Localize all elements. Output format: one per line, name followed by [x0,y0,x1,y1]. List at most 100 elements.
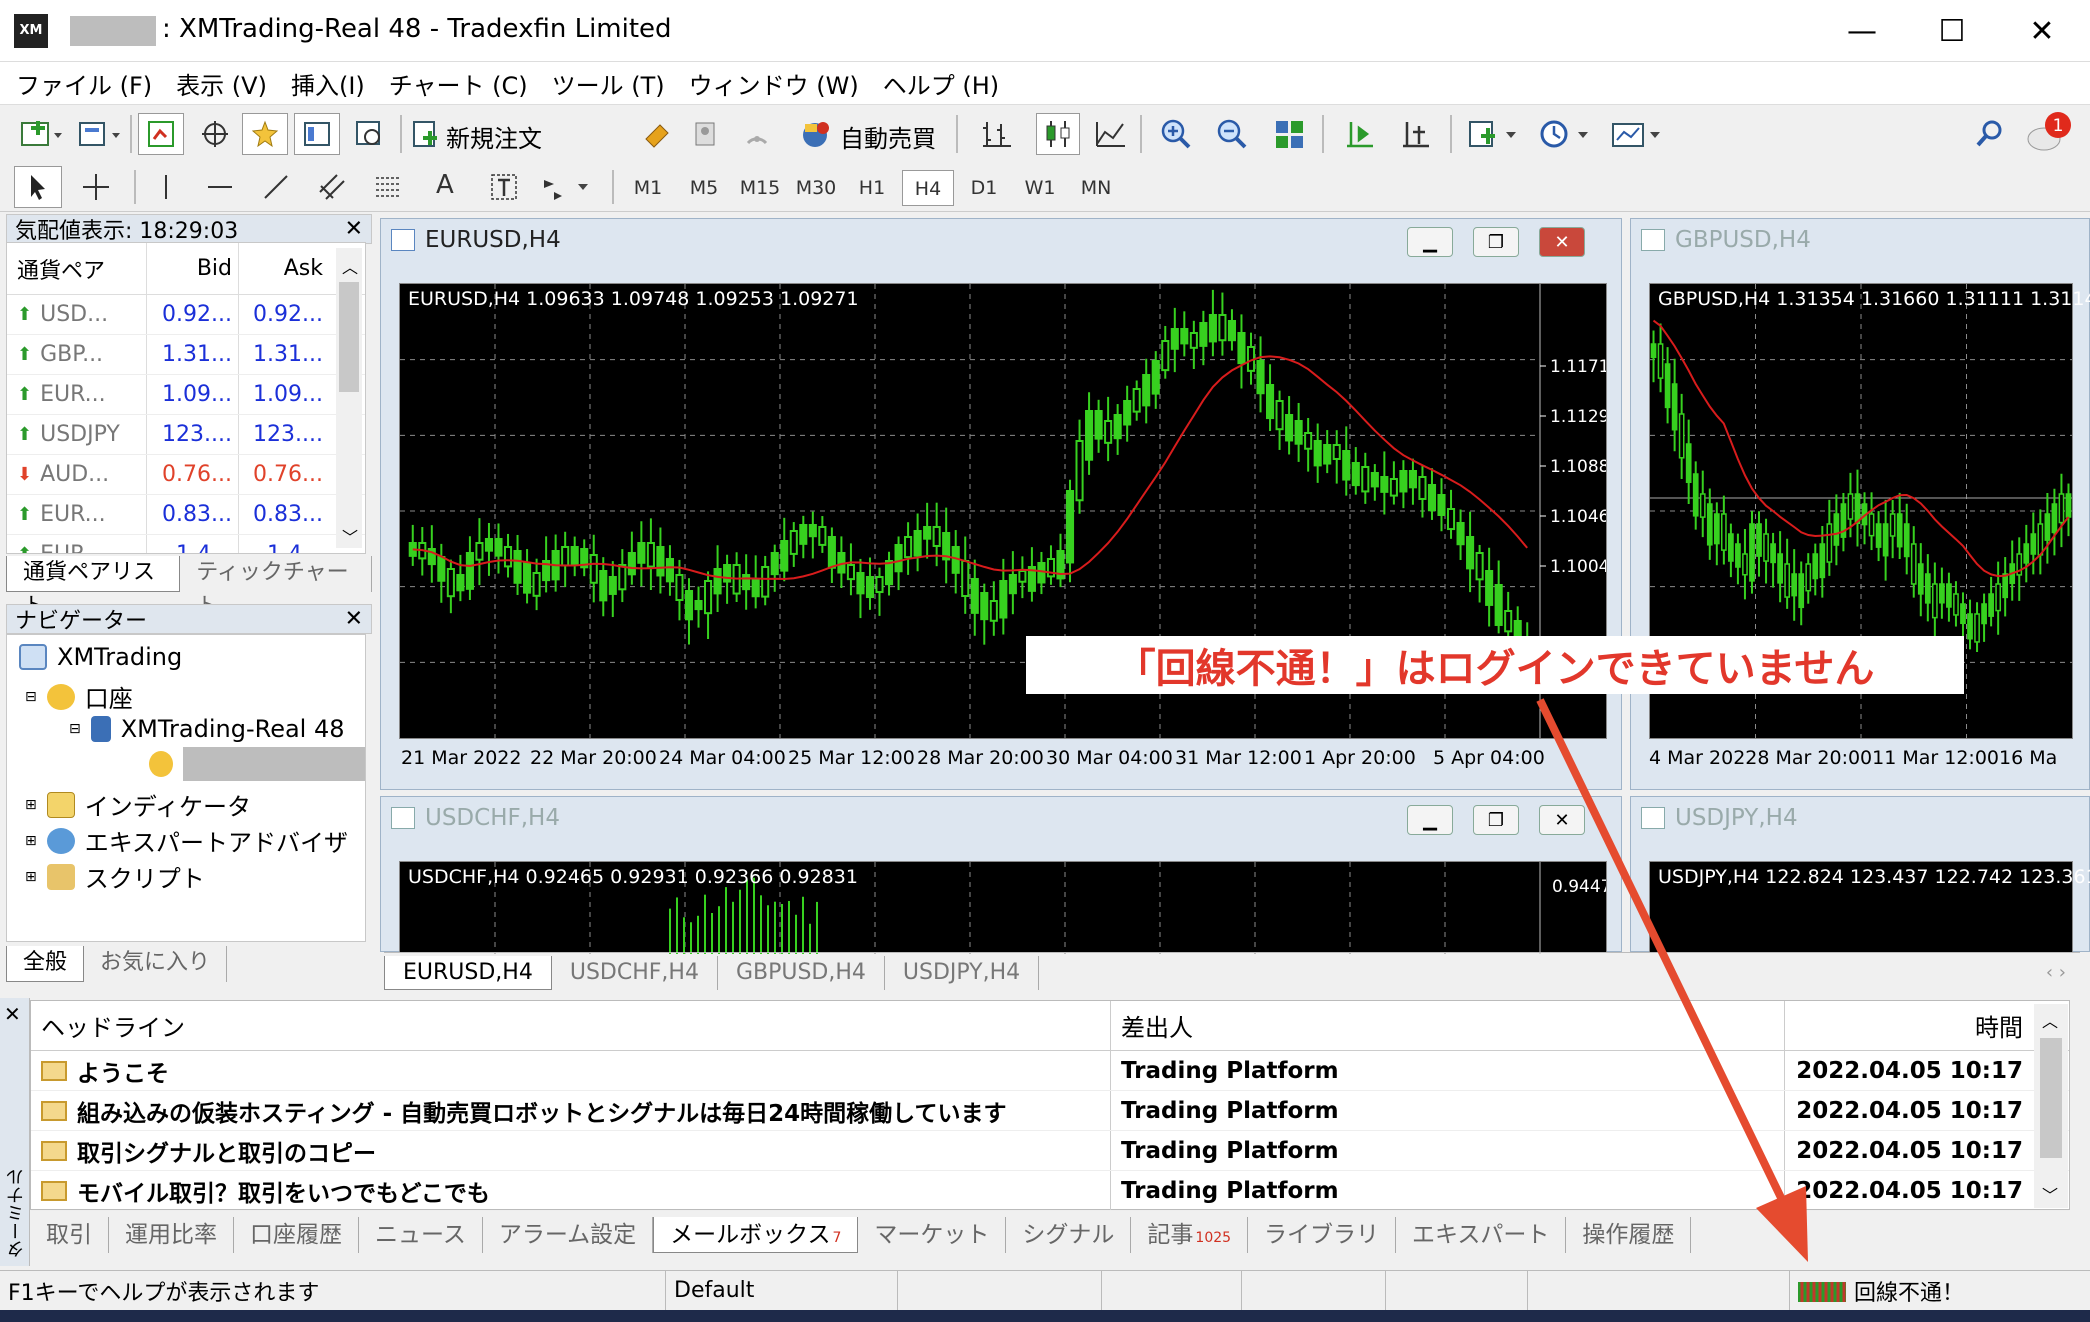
chart-tab-eurusd[interactable]: EURUSD,H4 [384,955,552,990]
market-watch-toggle-icon[interactable] [138,113,184,155]
terminal-tab[interactable]: マーケット [858,1217,1007,1253]
chart-canvas-usdjpy[interactable]: USDJPY,H4 122.824 123.437 122.742 123.36… [1649,861,2090,953]
new-order-icon[interactable] [408,117,442,151]
menu-insert[interactable]: 挿入(I) [285,66,383,101]
tab-general[interactable]: 全般 [6,946,85,982]
column-headline[interactable]: ヘッドライン [31,1001,1111,1050]
zoom-in-icon[interactable] [1156,117,1196,151]
quote-row[interactable]: ⬇ AUD... 0.76... 0.76... [7,455,365,495]
chart-window-gbpusd[interactable]: GBPUSD,H4 GBPUSD,H4 1.31354 1.31660 1.31… [1630,218,2090,790]
scroll-up-icon[interactable]: ︿ [2042,1008,2058,1032]
navigator-toggle-icon[interactable] [242,113,288,155]
column-sender[interactable]: 差出人 [1111,1001,1785,1050]
nav-accounts[interactable]: ⊟ 口座 [25,679,133,714]
auto-scroll-icon[interactable] [1340,117,1380,151]
terminal-toggle-icon[interactable] [294,113,340,155]
menu-tools[interactable]: ツール (T) [546,66,683,101]
quote-row[interactable]: ⬆ EUR... 0.83... 0.83... [7,495,365,535]
chart-minimize-button[interactable]: ▁ [1407,227,1453,257]
scroll-thumb[interactable] [339,282,359,392]
chart-restore-button[interactable]: ❐ [1473,805,1519,835]
notifications-icon[interactable]: 1 [2022,109,2078,155]
nav-experts[interactable]: ⊞ エキスパートアドバイザ [25,823,348,858]
terminal-tab[interactable]: 操作履歴 [1566,1217,1692,1253]
chart-minimize-button[interactable]: ▁ [1407,805,1453,835]
nav-root[interactable]: XMTrading [19,643,182,671]
quote-row[interactable]: ⬆ USDJPY 123.... 123.... [7,415,365,455]
options-icon[interactable] [688,117,722,151]
scroll-up-icon[interactable]: ︿ [342,254,358,278]
chart-tab-usdjpy[interactable]: USDJPY,H4 [885,955,1040,990]
text-label-icon[interactable] [484,168,524,206]
data-window-icon[interactable] [192,115,238,153]
timeframe-h1[interactable]: H1 [846,170,898,206]
timeframe-h4[interactable]: H4 [902,170,954,206]
tab-favorites[interactable]: お気に入り [84,946,228,982]
menu-chart[interactable]: チャート (C) [383,66,546,101]
column-ask[interactable]: Ask [239,243,333,294]
quote-row[interactable]: ⬆ GBP... 1.31... 1.31... [7,335,365,375]
terminal-tab[interactable]: ニュース [359,1217,483,1253]
zoom-out-icon[interactable] [1212,117,1252,151]
auto-trading-button[interactable]: 自動売買 [840,119,936,154]
terminal-tab[interactable]: 運用比率 [109,1217,234,1253]
terminal-tab[interactable]: エキスパート [1396,1217,1567,1253]
auto-trading-icon[interactable] [798,117,834,151]
metaeditor-icon[interactable] [640,117,674,151]
quote-row[interactable]: ⬆ EUR... 1.09... 1.09... [7,375,365,415]
menu-view[interactable]: 表示 (V) [170,66,285,101]
scroll-down-icon[interactable]: ﹀ [342,524,358,548]
text-tool-icon[interactable]: A [436,170,454,200]
chart-window-eurusd[interactable]: EURUSD,H4 ▁ ❐ ✕ 1.11710 1.11290 1.10880 1.1… [380,218,1622,790]
nav-scripts[interactable]: ⊞ スクリプト [25,859,205,894]
templates-dropdown-icon[interactable] [1608,117,1666,151]
chart-window-usdjpy[interactable]: USDJPY,H4 USDJPY,H4 122.824 123.437 122.… [1630,796,2090,953]
menu-window[interactable]: ウィンドウ (W) [683,66,877,101]
new-chart-icon[interactable] [14,115,66,153]
periods-dropdown-icon[interactable] [1536,117,1594,151]
vertical-line-icon[interactable] [146,168,186,206]
mail-row[interactable]: 組み込みの仮装ホスティング - 自動売買ロボットとシグナルは毎日24時間稼働して… [31,1091,2069,1131]
search-icon[interactable] [1970,117,2010,151]
crosshair-icon[interactable] [74,168,118,206]
maximize-button[interactable]: ☐ [1906,0,1998,62]
horizontal-line-icon[interactable] [200,168,240,206]
terminal-tab[interactable]: シグナル [1006,1217,1132,1253]
terminal-tab[interactable]: 記事 1025 [1131,1217,1249,1253]
column-time[interactable]: 時間 [1785,1001,2035,1050]
scroll-down-icon[interactable]: ﹀ [2042,1182,2058,1206]
cursor-icon[interactable] [14,166,62,208]
terminal-tab[interactable]: 口座履歴 [234,1217,359,1253]
timeframe-d1[interactable]: D1 [958,170,1010,206]
strategy-tester-icon[interactable] [346,115,392,153]
chart-tab-usdchf[interactable]: USDCHF,H4 [552,955,718,990]
signal-icon[interactable] [740,117,774,151]
market-watch-scrollbar[interactable]: ︿ ﹀ [336,248,362,548]
mail-row[interactable]: 取引シグナルと取引のコピー Trading Platform 2022.04.05 … [31,1131,2069,1171]
timeframe-mn[interactable]: MN [1070,170,1122,206]
tab-tick-chart[interactable]: ティックチャート [180,556,372,619]
tab-symbols[interactable]: 通貨ペアリスト [6,556,181,619]
minimize-button[interactable]: — [1816,0,1908,62]
terminal-tab[interactable]: 取引 [30,1217,109,1253]
status-profile[interactable]: Default [666,1271,898,1310]
profiles-icon[interactable] [72,115,124,153]
chart-close-button[interactable]: ✕ [1539,805,1585,835]
connection-status[interactable]: 回線不通！ [1790,1271,2090,1310]
column-bid[interactable]: Bid [147,243,239,294]
chart-tab-gbpusd[interactable]: GBPUSD,H4 [718,955,885,990]
close-window-button[interactable]: ✕ [1996,0,2088,62]
mailbox-scrollbar[interactable]: ︿ ﹀ [2034,1004,2068,1208]
timeframe-m5[interactable]: M5 [678,170,730,206]
menu-help[interactable]: ヘルプ (H) [877,66,1017,101]
navigator-close-button[interactable]: ✕ [345,607,363,632]
terminal-close-button[interactable]: ✕ [4,1002,21,1026]
scroll-thumb[interactable] [2040,1038,2062,1158]
chart-window-usdchf[interactable]: USDCHF,H4 ▁ ❐ ✕ 0.94470 USDCHF,H4 0.9246… [380,796,1622,954]
chart-close-button[interactable]: ✕ [1539,227,1585,257]
chart-tabs-scroll-icon[interactable]: ‹ › [2046,962,2080,983]
timeframe-m15[interactable]: M15 [734,170,786,206]
arrows-dropdown-icon[interactable] [538,168,596,206]
nav-login[interactable] [149,751,173,777]
tile-windows-icon[interactable] [1270,117,1310,151]
